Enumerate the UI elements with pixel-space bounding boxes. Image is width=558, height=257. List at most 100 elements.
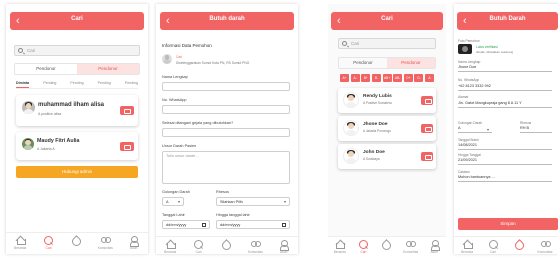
- avatar: [22, 101, 35, 114]
- golongan-select[interactable]: A: [162, 197, 184, 206]
- donor-card[interactable]: muhammad ilham alisa A positive alisa: [16, 95, 138, 126]
- nav-donor[interactable]: [214, 240, 240, 253]
- blood-type-chip[interactable]: O+: [403, 74, 413, 82]
- nav-donor[interactable]: [506, 240, 532, 253]
- nav-cari[interactable]: Cari: [480, 240, 506, 254]
- donor-card[interactable]: Rendy Lubis A Positive Sumatera: [338, 88, 436, 113]
- user-icon: [430, 240, 440, 251]
- nav-komunitas[interactable]: Komunitas: [92, 236, 118, 250]
- nav-akun[interactable]: Akun: [271, 240, 297, 254]
- golongan-label: Golongan Darah: [162, 190, 190, 194]
- chat-button[interactable]: [120, 106, 134, 115]
- subtab-pending[interactable]: Pending: [70, 81, 83, 88]
- chat-button[interactable]: [120, 142, 134, 151]
- nav-cari[interactable]: Cari: [186, 240, 212, 254]
- blood-type-chip[interactable]: B+: [361, 74, 371, 82]
- tanggal-input[interactable]: dd/mm/yyyy: [162, 220, 210, 229]
- donor-card[interactable]: John Doe A Surabaya: [338, 144, 436, 169]
- blood-type-chip[interactable]: AB-: [393, 74, 403, 82]
- image-label: Foto Pemohon: [458, 39, 480, 43]
- avatar: [343, 92, 359, 108]
- donor-card[interactable]: Jhone Doe A Jakarta Ponorogo: [338, 116, 436, 141]
- tab-pendonor[interactable]: Pendonor: [339, 58, 387, 68]
- subtab-pending[interactable]: Pending: [125, 81, 138, 88]
- app-header: ‹ Cari: [10, 12, 144, 30]
- tab-pendonor-active[interactable]: Pendonor: [77, 64, 139, 74]
- rhesus-select[interactable]: Silahkan Pilih: [216, 197, 290, 206]
- nav-beranda[interactable]: Beranda: [7, 236, 33, 250]
- subtab-diminta[interactable]: Diminta: [16, 81, 30, 88]
- blood-type-chip[interactable]: O-: [414, 74, 424, 82]
- nav-akun[interactable]: Akun: [422, 240, 446, 254]
- screen-blood-request-form: ‹ Butuh darah Informasi Data Pemohon Car…: [156, 4, 298, 254]
- textarea-placeholder: Tulis unsur darah ...: [166, 154, 200, 158]
- page-title: Butuh Darah: [489, 16, 526, 22]
- camera-icon[interactable]: [458, 44, 472, 54]
- home-icon: [335, 240, 346, 249]
- hingga-field[interactable]: 21/09/2021: [458, 158, 552, 165]
- nav-komunitas[interactable]: Komunitas: [399, 240, 423, 254]
- nama-label: Nama Lengkap: [458, 60, 481, 64]
- blood-type-chip[interactable]: A-: [350, 74, 360, 82]
- nav-donor[interactable]: [64, 236, 90, 249]
- screen-search-donor: ‹ Cari Cari Pendonor Pendonor Diminta Pe…: [6, 4, 148, 254]
- catatan-field[interactable]: Mohon bantuannya ...: [458, 175, 552, 182]
- user-icon: [129, 236, 140, 247]
- nav-beranda[interactable]: Beranda: [328, 240, 352, 254]
- verified-sub: ditolak, dibatalkan sekarang: [476, 50, 514, 54]
- tab-pendonor-active[interactable]: Pendonor: [387, 58, 435, 68]
- pemohon-link[interactable]: Cari: [176, 55, 182, 59]
- chat-button[interactable]: [421, 96, 433, 105]
- unsur-darah-textarea[interactable]: Tulis unsur darah ...: [162, 151, 290, 184]
- alamat-field[interactable]: Jln. Gatot Mangkupraja gang 8 A 11 Y: [458, 101, 552, 108]
- wa-field[interactable]: +62 8123 3332 992: [458, 84, 552, 91]
- blood-type-chip[interactable]: B-: [371, 74, 381, 82]
- user-icon: [279, 240, 290, 251]
- nav-cari[interactable]: Cari: [352, 240, 376, 254]
- donor-card[interactable]: Maudy Fitri Aulia A Jakarta A: [16, 132, 138, 160]
- whatsapp-input[interactable]: [162, 105, 290, 114]
- hingga-input[interactable]: dd/mm/yyyy: [216, 220, 290, 229]
- blood-type-filter: A+ A- B+ B- AB+ AB- O+ O- A: [340, 74, 434, 82]
- rhesus-field[interactable]: RH B: [520, 126, 552, 133]
- golongan-select[interactable]: A: [458, 126, 492, 133]
- nav-beranda[interactable]: Beranda: [157, 240, 183, 254]
- nav-akun[interactable]: Akun: [121, 236, 147, 250]
- calendar-icon: [282, 223, 286, 227]
- nav-komunitas[interactable]: Komunitas: [242, 240, 268, 254]
- search-input[interactable]: Cari: [14, 45, 140, 56]
- blood-type-chip[interactable]: A: [425, 74, 434, 82]
- blood-type-chip[interactable]: AB+: [382, 74, 392, 82]
- nav-donor[interactable]: [375, 240, 399, 253]
- donor-detail: A positive alisa: [38, 112, 62, 116]
- search-icon: [488, 240, 498, 249]
- field-label: No. WhatsApp: [162, 98, 187, 102]
- tanggal-field[interactable]: 14/08/2021: [458, 143, 552, 150]
- avatar: [162, 54, 172, 64]
- app-header: ‹ Cari: [331, 12, 443, 30]
- nama-input[interactable]: [162, 82, 290, 91]
- page-title: Cari: [71, 16, 83, 22]
- gejala-input[interactable]: [162, 128, 290, 137]
- search-icon: [18, 48, 23, 53]
- nav-cari[interactable]: Cari: [36, 236, 62, 250]
- nav-beranda[interactable]: Beranda: [454, 240, 480, 254]
- save-button[interactable]: Simpan: [458, 218, 558, 230]
- blood-type-chip[interactable]: A+: [340, 74, 349, 82]
- tanggal-label: Tanggal Lahir: [162, 213, 185, 217]
- chat-button[interactable]: [421, 152, 433, 161]
- nav-komunitas[interactable]: Komunitas: [532, 240, 558, 254]
- contact-admin-button[interactable]: Hubungi admin: [16, 166, 138, 178]
- app-header: ‹ Butuh darah: [160, 12, 294, 30]
- subtab-pending[interactable]: Pending: [43, 81, 56, 88]
- chat-button[interactable]: [421, 124, 433, 133]
- search-input[interactable]: Cari: [338, 38, 436, 49]
- donor-detail: A Positive Sumatera: [363, 101, 392, 105]
- subtab-pending[interactable]: Pending: [98, 81, 111, 88]
- donor-tabs: Pendonor Pendonor: [338, 57, 436, 69]
- tab-pendonor[interactable]: Pendonor: [15, 64, 77, 74]
- sub-tabs: Diminta Pending Pending Pending Pending: [16, 81, 138, 89]
- rhesus-label: Rhesus: [520, 121, 532, 125]
- community-icon: [100, 236, 111, 245]
- nama-field[interactable]: Jhone Doe: [458, 65, 552, 72]
